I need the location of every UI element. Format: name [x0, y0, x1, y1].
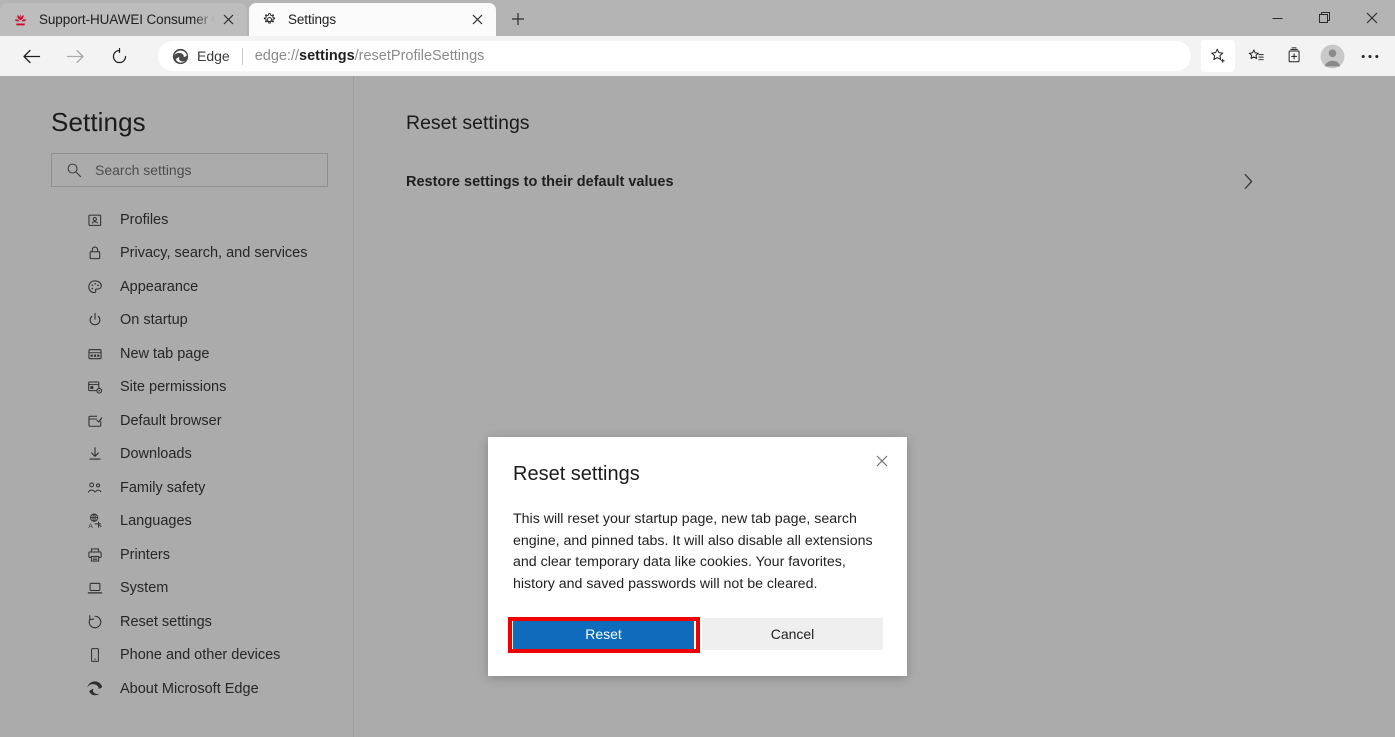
sidebar-item-appearance[interactable]: Appearance: [0, 270, 354, 304]
sidebar-item-label: Printers: [120, 546, 170, 563]
settings-page: Settings Search settings Profiles Privac…: [0, 76, 1395, 737]
forward-arrow-icon: [58, 40, 92, 72]
edge-logo-icon: Edge: [172, 48, 230, 65]
phone-icon: [85, 645, 105, 665]
power-icon: [85, 310, 105, 330]
sidebar-item-downloads[interactable]: Downloads: [0, 438, 354, 472]
cancel-button[interactable]: Cancel: [702, 618, 883, 650]
huawei-logo-icon: [12, 11, 29, 28]
sidebar-item-site-permissions[interactable]: Site permissions: [0, 371, 354, 405]
sidebar-item-label: Default browser: [120, 412, 222, 429]
sidebar-item-printers[interactable]: Printers: [0, 538, 354, 572]
sidebar-item-label: Languages: [120, 513, 192, 530]
browser-toolbar: Edge edge://settings/resetProfileSetting…: [0, 36, 1395, 76]
sidebar-item-label: Appearance: [120, 278, 199, 295]
back-arrow-icon[interactable]: [14, 40, 48, 72]
new-tab-button[interactable]: [502, 4, 534, 34]
dialog-button-row: Reset Cancel: [513, 618, 883, 650]
tab-strip: Support-HUAWEI Consumer Offi Settings: [0, 0, 1395, 36]
url-text: edge://settings/resetProfileSettings: [255, 48, 485, 64]
sidebar-item-label: Profiles: [120, 211, 169, 228]
search-input[interactable]: Search settings: [51, 153, 328, 187]
sidebar-item-privacy-search-services[interactable]: Privacy, search, and services: [0, 237, 354, 271]
gear-icon: [261, 11, 278, 28]
sidebar-item-default-browser[interactable]: Default browser: [0, 404, 354, 438]
edge-logo-icon: [85, 679, 105, 699]
tab-huawei-support[interactable]: Support-HUAWEI Consumer Offi: [0, 3, 247, 36]
sidebar-item-label: On startup: [120, 312, 188, 329]
system-icon: [85, 578, 105, 598]
sidebar-item-label: Downloads: [120, 446, 192, 463]
address-bar[interactable]: Edge edge://settings/resetProfileSetting…: [158, 41, 1191, 71]
sidebar-item-label: Site permissions: [120, 379, 227, 396]
settings-sidebar: Settings Search settings Profiles Privac…: [0, 76, 354, 737]
restore-defaults-row[interactable]: Restore settings to their default values: [355, 159, 1395, 204]
family-icon: [85, 478, 105, 498]
sidebar-item-new-tab-page[interactable]: New tab page: [0, 337, 354, 371]
edge-badge-label: Edge: [197, 48, 230, 64]
sidebar-item-label: System: [120, 580, 169, 597]
restore-defaults-label: Restore settings to their default values: [406, 173, 674, 190]
minimize-icon[interactable]: [1254, 0, 1301, 36]
sidebar-item-phone-and-other-devices[interactable]: Phone and other devices: [0, 639, 354, 673]
sidebar-item-label: About Microsoft Edge: [120, 680, 259, 697]
sidebar-item-system[interactable]: System: [0, 572, 354, 606]
content-title: Reset settings: [406, 112, 530, 134]
search-icon: [66, 162, 82, 178]
download-arrow-icon: [85, 444, 105, 464]
tab-close-button[interactable]: [464, 7, 490, 33]
dialog-title: Reset settings: [513, 463, 640, 485]
languages-icon: A: [85, 511, 105, 531]
chevron-right-icon: [1243, 173, 1254, 190]
favorites-list-icon[interactable]: [1239, 40, 1273, 72]
site-permissions-icon: [85, 377, 105, 397]
sidebar-item-profiles[interactable]: Profiles: [0, 203, 354, 237]
default-browser-icon: [85, 411, 105, 431]
new-tab-page-icon: [85, 344, 105, 364]
sidebar-item-on-startup[interactable]: On startup: [0, 304, 354, 338]
collections-icon[interactable]: [1277, 40, 1311, 72]
sidebar-item-reset-settings[interactable]: Reset settings: [0, 605, 354, 639]
reset-circular-arrow-icon: [85, 612, 105, 632]
tab-settings[interactable]: Settings: [249, 3, 496, 36]
reset-settings-dialog: Reset settings This will reset your star…: [488, 437, 907, 676]
url-suffix: /resetProfileSettings: [354, 48, 485, 64]
page-title: Settings: [51, 107, 146, 137]
sidebar-item-languages[interactable]: A Languages: [0, 505, 354, 539]
more-options-icon[interactable]: [1353, 40, 1387, 72]
refresh-icon[interactable]: [102, 40, 136, 72]
palette-icon: [85, 277, 105, 297]
sidebar-item-label: Privacy, search, and services: [120, 245, 308, 262]
sidebar-item-about-microsoft-edge[interactable]: About Microsoft Edge: [0, 672, 354, 706]
url-bold-segment: settings: [299, 48, 355, 64]
profile-avatar-icon[interactable]: [1315, 40, 1349, 72]
search-placeholder: Search settings: [95, 162, 192, 178]
tab-close-button[interactable]: [215, 7, 241, 33]
dialog-close-button[interactable]: [867, 447, 897, 475]
sidebar-item-label: Phone and other devices: [120, 647, 281, 664]
tab-title: Settings: [288, 12, 336, 27]
sidebar-item-label: Family safety: [120, 479, 206, 496]
close-icon[interactable]: [1348, 0, 1395, 36]
window-controls: [1254, 0, 1395, 36]
restore-icon[interactable]: [1301, 0, 1348, 36]
sidebar-item-label: New tab page: [120, 345, 210, 362]
sidebar-item-label: Reset settings: [120, 613, 212, 630]
svg-text:A: A: [88, 523, 93, 530]
browser-window: Support-HUAWEI Consumer Offi Settings Ed…: [0, 0, 1395, 737]
add-favorite-icon[interactable]: [1201, 40, 1235, 72]
profile-card-icon: [85, 210, 105, 230]
omnibox-separator: [241, 47, 243, 65]
printer-icon: [85, 545, 105, 565]
tab-title: Support-HUAWEI Consumer Offi: [39, 12, 215, 27]
url-prefix: edge://: [254, 48, 300, 64]
settings-nav-list: Profiles Privacy, search, and services A…: [0, 203, 354, 706]
sidebar-item-family-safety[interactable]: Family safety: [0, 471, 354, 505]
dialog-body-text: This will reset your startup page, new t…: [513, 511, 873, 592]
reset-button[interactable]: Reset: [513, 618, 694, 650]
lock-icon: [85, 243, 105, 263]
